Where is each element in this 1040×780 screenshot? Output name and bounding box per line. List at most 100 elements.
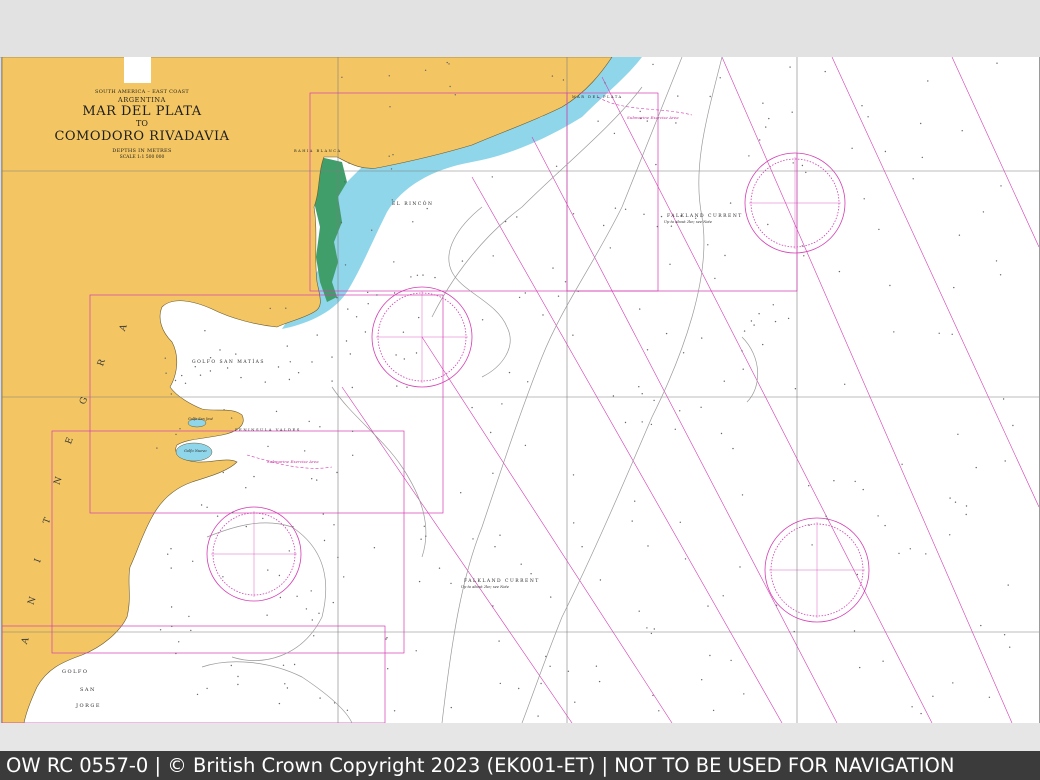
sounding-mark <box>564 281 567 283</box>
sounding-mark <box>856 573 859 576</box>
sounding-mark <box>524 292 526 294</box>
sounding-mark <box>701 337 703 339</box>
sounding-mark <box>803 255 805 257</box>
sounding-mark <box>893 331 895 333</box>
sounding-mark <box>670 225 673 227</box>
label-jorge: JORGE <box>76 703 102 709</box>
sounding-mark <box>679 521 681 523</box>
sounding-mark <box>709 95 711 98</box>
compass-rose-3 <box>206 506 302 602</box>
sounding-mark <box>402 331 405 333</box>
sounding-mark <box>808 524 810 526</box>
sounding-mark <box>175 433 177 436</box>
sounding-mark <box>762 343 764 346</box>
sounding-mark <box>340 222 343 224</box>
sounding-mark <box>170 393 172 395</box>
sounding-mark <box>206 506 208 508</box>
sounding-mark <box>551 75 554 77</box>
sounding-mark <box>170 567 172 569</box>
sounding-mark <box>418 316 420 319</box>
sounding-mark <box>420 538 422 540</box>
sounding-mark <box>184 382 187 384</box>
sounding-mark <box>1004 460 1006 462</box>
sounding-mark <box>958 234 961 236</box>
sounding-mark <box>332 601 334 604</box>
sounding-mark <box>206 687 208 690</box>
sounding-mark <box>877 515 879 517</box>
sounding-mark <box>719 77 721 79</box>
sounding-mark <box>743 330 746 332</box>
sounding-mark <box>762 102 764 104</box>
sounding-mark <box>920 712 922 715</box>
sounding-mark <box>216 515 219 517</box>
sounding-mark <box>980 624 982 627</box>
sounding-mark <box>348 162 350 164</box>
sounding-mark <box>222 471 224 474</box>
sounding-mark <box>1009 646 1011 648</box>
sounding-mark <box>794 388 797 390</box>
sounding-mark <box>562 79 565 81</box>
sounding-mark <box>450 582 452 585</box>
sounding-mark <box>181 374 183 377</box>
sounding-mark <box>714 277 716 280</box>
sounding-mark <box>179 428 181 430</box>
sounding-mark <box>415 650 417 652</box>
label-golfo-san-matias: GOLFO SAN MATÍAS <box>192 360 265 365</box>
sounding-mark <box>288 378 291 381</box>
sounding-mark <box>641 393 643 395</box>
sounding-mark <box>647 545 649 547</box>
sounding-mark <box>344 264 347 266</box>
sounding-mark <box>264 381 266 383</box>
sounding-mark <box>245 487 247 489</box>
sounding-mark <box>304 450 306 452</box>
sounding-mark <box>346 709 349 711</box>
sounding-mark <box>679 410 681 412</box>
sounding-mark <box>226 367 229 369</box>
sounding-mark <box>660 215 663 218</box>
nautical-chart[interactable]: SOUTH AMERICA – EAST COAST ARGENTINA MAR… <box>1 57 1040 723</box>
sounding-mark <box>542 314 544 316</box>
sounding-mark <box>650 632 653 635</box>
sounding-mark <box>192 560 194 562</box>
sounding-mark <box>367 303 369 305</box>
sounding-mark <box>954 501 957 503</box>
label-falkland-current-1-sub: Up to about 2kn; see Note <box>664 220 712 224</box>
sounding-mark <box>739 566 741 568</box>
sounding-mark <box>741 494 744 496</box>
sounding-mark <box>524 444 527 447</box>
sounding-mark <box>373 547 376 549</box>
sounding-mark <box>787 317 790 320</box>
sounding-mark <box>597 120 599 122</box>
sounding-mark <box>949 534 951 536</box>
sounding-mark <box>653 628 655 630</box>
sounding-mark <box>643 213 645 215</box>
sounding-mark <box>170 548 172 550</box>
sounding-mark <box>624 208 627 210</box>
sounding-mark <box>805 171 807 174</box>
sounding-mark <box>677 95 679 97</box>
sounding-mark <box>491 176 493 178</box>
sounding-mark <box>472 538 474 540</box>
sounding-mark <box>319 697 321 699</box>
sounding-mark <box>792 162 794 164</box>
sounding-mark <box>911 706 913 708</box>
sounding-mark <box>853 630 856 632</box>
sounding-mark <box>266 614 268 616</box>
sounding-mark <box>438 567 441 569</box>
viewer-bottom-band <box>0 723 1040 751</box>
sounding-mark <box>199 374 202 376</box>
sounding-mark <box>170 606 173 608</box>
sounding-mark <box>921 156 923 159</box>
sounding-mark <box>403 358 405 360</box>
sounding-mark <box>863 198 865 200</box>
sounding-mark <box>416 274 419 276</box>
sounding-mark <box>253 475 255 478</box>
sounding-mark <box>884 524 886 527</box>
sounding-mark <box>481 319 484 321</box>
sounding-mark <box>498 640 500 642</box>
sounding-mark <box>567 670 570 672</box>
sounding-mark <box>209 370 212 372</box>
sounding-mark <box>386 637 388 639</box>
sounding-mark <box>631 520 633 522</box>
label-san: SAN <box>80 687 96 693</box>
